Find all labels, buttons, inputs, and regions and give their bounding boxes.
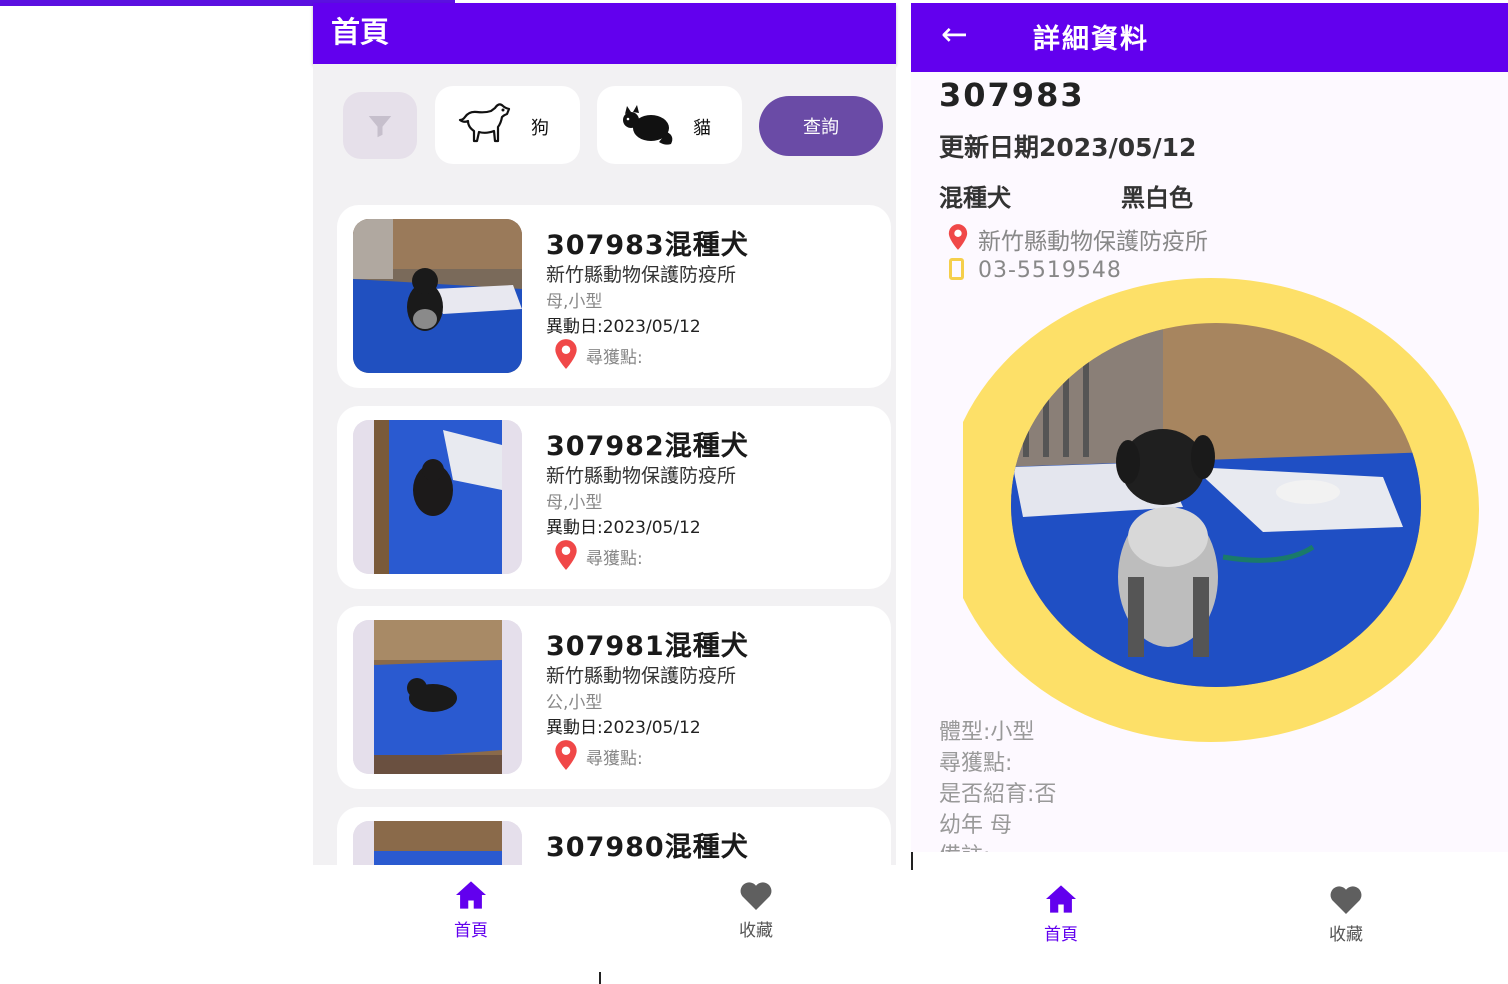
shelter-name: 新竹縣動物保護防疫所 [546, 465, 737, 487]
cat-icon [623, 105, 673, 145]
location-pin-icon [555, 540, 577, 570]
filter-icon [368, 115, 392, 137]
shelter-name: 新竹縣動物保護防疫所 [978, 229, 1208, 255]
location-pin-icon [948, 224, 968, 250]
list-content: 狗 貓 查詢 307983混種犬 新竹縣動物保護防疫所 母,小型 異動日:202… [313, 64, 896, 865]
nav-favorites[interactable]: 收藏 [706, 880, 806, 941]
filter-button[interactable] [343, 92, 417, 159]
app-bar: 首頁 [313, 3, 896, 64]
animal-thumbnail [353, 219, 522, 373]
update-date: 異動日:2023/05/12 [546, 518, 701, 538]
detail-screen: ← 詳細資料 307983 更新日期2023/05/12 混種犬 黑白色 新竹縣… [911, 0, 1508, 984]
bottom-navigation: 首頁 收藏 [313, 865, 896, 984]
cat-filter-label: 貓 [693, 118, 711, 139]
text-cursor [599, 972, 601, 984]
location-pin-icon [555, 740, 577, 770]
animal-card[interactable]: 307982混種犬 新竹縣動物保護防疫所 母,小型 異動日:2023/05/12… [337, 406, 891, 589]
page-title: 首頁 [331, 15, 390, 49]
found-location: 尋獲點: [586, 749, 643, 769]
found-location: 尋獲點: [586, 348, 643, 368]
home-icon [1046, 885, 1076, 913]
sex-size: 公,小型 [546, 693, 603, 713]
coat-color: 黑白色 [1121, 184, 1193, 212]
animal-thumbnail [353, 420, 522, 574]
size-info: 體型:小型 [939, 720, 1035, 745]
animal-name: 307981混種犬 [546, 631, 749, 662]
heart-icon [1330, 886, 1362, 914]
update-date: 異動日:2023/05/12 [546, 317, 701, 337]
arrow-left-icon[interactable]: ← [941, 15, 968, 53]
animal-thumbnail [353, 821, 522, 865]
text-cursor [911, 852, 913, 870]
nav-favorites-label: 收藏 [739, 921, 773, 941]
nav-home[interactable]: 首頁 [1011, 884, 1111, 945]
animal-thumbnail [353, 620, 522, 774]
update-date: 異動日:2023/05/12 [546, 718, 701, 738]
nav-home[interactable]: 首頁 [421, 880, 521, 941]
sex-size: 母,小型 [546, 292, 603, 312]
sex-size: 母,小型 [546, 493, 603, 513]
animal-name: 307983混種犬 [546, 230, 749, 261]
shelter-name: 新竹縣動物保護防疫所 [546, 665, 737, 687]
app-bar: ← 詳細資料 [911, 3, 1508, 72]
found-location: 尋獲點: [586, 549, 643, 569]
nav-favorites[interactable]: 收藏 [1296, 884, 1396, 945]
list-screen: 首頁 狗 貓 查詢 307983混種犬 新竹縣動物保護防疫所 母,小型 異動日:… [313, 0, 896, 984]
animal-card[interactable]: 307983混種犬 新竹縣動物保護防疫所 母,小型 異動日:2023/05/12… [337, 205, 891, 388]
dog-photo [353, 620, 522, 774]
home-icon [456, 881, 486, 909]
remarks-info: 備註: [939, 838, 990, 852]
dog-filter-chip[interactable]: 狗 [435, 86, 580, 164]
location-pin-icon [555, 339, 577, 369]
bottom-navigation: 首頁 收藏 [911, 852, 1508, 984]
dog-icon [458, 103, 511, 143]
shelter-name: 新竹縣動物保護防疫所 [546, 264, 737, 286]
detail-body: 307983 更新日期2023/05/12 混種犬 黑白色 新竹縣動物保護防疫所… [911, 72, 1508, 852]
query-button[interactable]: 查詢 [759, 96, 883, 156]
dog-photo [353, 420, 522, 574]
phone-icon [949, 258, 964, 280]
dog-photo [353, 821, 522, 865]
animal-card[interactable]: 307980混種犬 [337, 807, 891, 865]
cat-filter-chip[interactable]: 貓 [597, 86, 742, 164]
dog-photo [353, 219, 522, 373]
dog-filter-label: 狗 [531, 118, 549, 139]
nav-home-label: 首頁 [454, 921, 488, 941]
nav-home-label: 首頁 [1044, 925, 1078, 945]
dog-photo [963, 278, 1479, 742]
breed: 混種犬 [939, 184, 1011, 212]
update-date: 更新日期2023/05/12 [939, 133, 1197, 162]
sterilized-info: 是否紹育:否 [939, 782, 1057, 807]
animal-name: 307980混種犬 [546, 832, 749, 863]
found-location: 尋獲點: [939, 751, 1013, 776]
nav-favorites-label: 收藏 [1329, 925, 1363, 945]
page-title: 詳細資料 [1033, 24, 1149, 55]
animal-card[interactable]: 307981混種犬 新竹縣動物保護防疫所 公,小型 異動日:2023/05/12… [337, 606, 891, 789]
animal-name: 307982混種犬 [546, 431, 749, 462]
animal-id: 307983 [939, 76, 1085, 114]
heart-icon [740, 882, 772, 910]
age-sex-info: 幼年 母 [939, 813, 1012, 838]
